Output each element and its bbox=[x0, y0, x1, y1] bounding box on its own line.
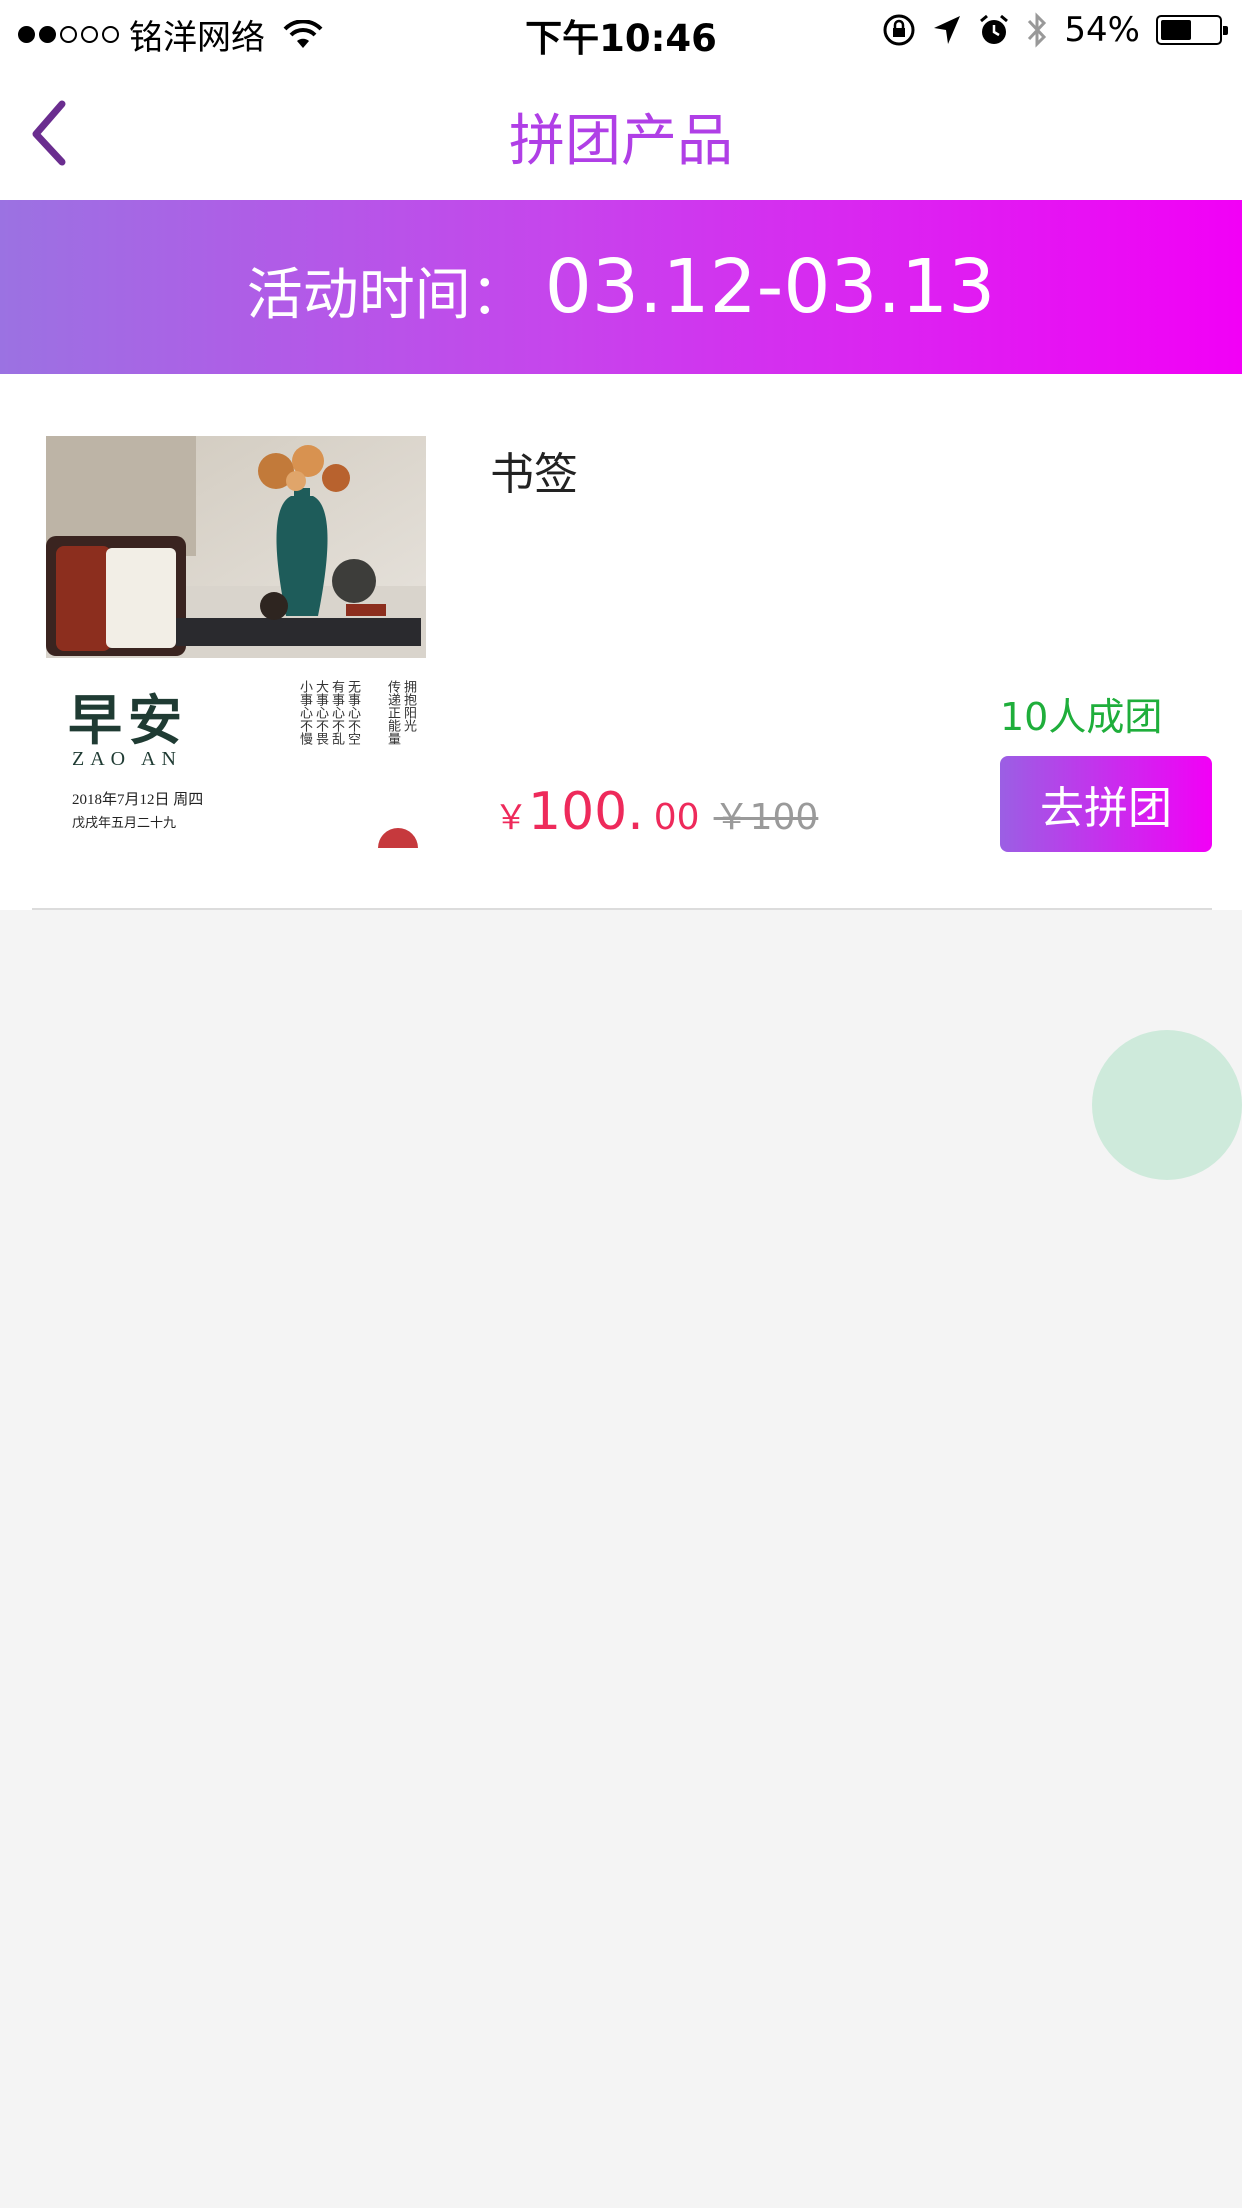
floating-action-button[interactable] bbox=[1092, 1030, 1242, 1180]
nav-bar: 拼团产品 bbox=[0, 62, 1242, 200]
orientation-lock-icon bbox=[883, 14, 915, 46]
image-title-zh: 早安 bbox=[68, 688, 188, 752]
price-decimal: 00 bbox=[653, 797, 700, 838]
product-price: ￥100. 00 ￥100 bbox=[494, 782, 818, 842]
alarm-icon bbox=[980, 14, 1009, 44]
product-card[interactable]: 早安 ZAO AN 2018年7月12日 周四 戊戌年五月二十九 无事心不空 有事… bbox=[0, 374, 1242, 910]
battery-icon bbox=[1156, 15, 1228, 45]
image-date: 2018年7月12日 周四 bbox=[72, 792, 204, 808]
product-name: 书签 bbox=[490, 449, 578, 500]
bluetooth-icon bbox=[1028, 12, 1047, 48]
status-bar: 铭洋网络 下午10:46 54% bbox=[0, 0, 1242, 62]
price-integer: 100. bbox=[528, 782, 644, 842]
image-vertical-poem: 无事心不空 有事心不乱 大事心不畏 小事心不慢 bbox=[297, 680, 360, 745]
join-group-button[interactable]: 去拼团 bbox=[1000, 756, 1212, 852]
product-photo bbox=[46, 436, 426, 658]
image-vertical-slogan: 拥抱阳光 传递正能量 bbox=[385, 680, 416, 745]
product-image[interactable]: 早安 ZAO AN 2018年7月12日 周四 戊戌年五月二十九 无事心不空 有事… bbox=[46, 436, 426, 848]
image-lunar-date: 戊戌年五月二十九 bbox=[72, 815, 177, 830]
original-price: ￥100 bbox=[713, 797, 819, 838]
price-symbol: ￥ bbox=[494, 798, 528, 838]
location-arrow-icon bbox=[934, 16, 961, 44]
group-size-label: 10人成团 bbox=[1000, 695, 1163, 739]
battery-percent: 54% bbox=[1064, 10, 1140, 50]
activity-time-label: 活动时间： bbox=[246, 262, 527, 328]
activity-time-banner: 活动时间： 03.12-03.13 bbox=[0, 200, 1242, 374]
image-seal bbox=[378, 828, 418, 848]
page-title: 拼团产品 bbox=[509, 109, 733, 174]
image-title-en: ZAO AN bbox=[72, 748, 182, 770]
divider bbox=[32, 908, 1212, 910]
activity-dates: 03.12-03.13 bbox=[544, 244, 996, 330]
status-right: 54% bbox=[882, 10, 1228, 50]
